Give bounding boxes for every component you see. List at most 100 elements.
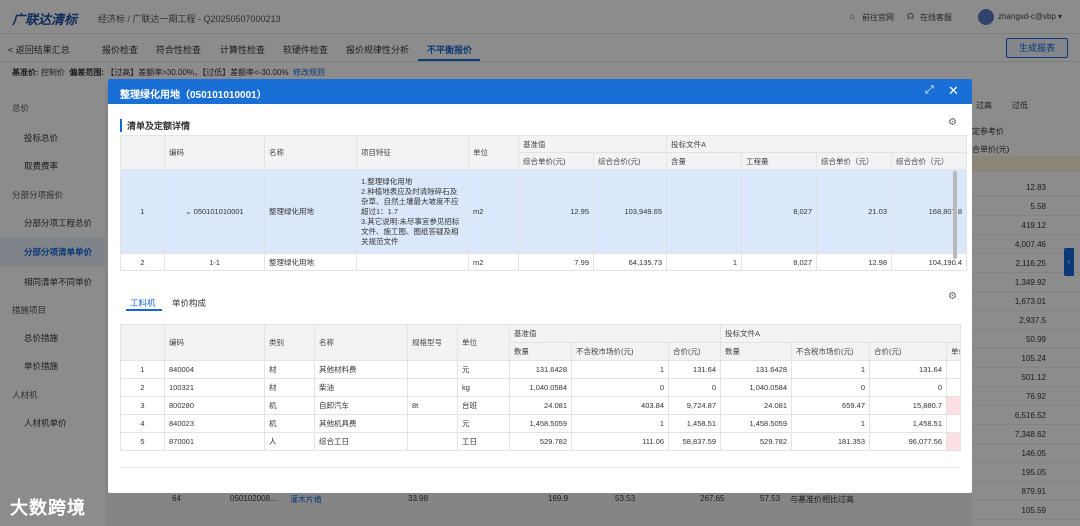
cell-total: 1,458.51 [668,414,721,433]
cell-code: 870001 [164,432,265,451]
cell-total: 0 [668,378,721,397]
cell-spec: 8t [407,396,458,415]
cell-code: 800280 [164,396,265,415]
th-total2: 合价(元) [869,342,947,361]
detail-modal: 整理绿化用地（050101010001） ⤢ ✕ 清单及定额详情 ⚙ 编码 名称… [108,79,972,493]
cell-qty: 529.782 [509,432,572,451]
cell-spec [407,414,458,433]
table-row[interactable]: 1 ⌄ 050101010001 整理绿化用地 1.整理绿化用地 2.种植地表应… [120,169,968,254]
cell-name: 柴油 [314,378,408,397]
table-row[interactable]: 5 870001 人综合工日 工日 529.782 111.06 58,837.59 529.… [120,432,962,451]
cell-price: 111.06 [571,432,669,451]
cell-name: 综合工日 [314,432,408,451]
close-icon[interactable]: ✕ [948,83,959,99]
th-unit: 单位 [457,324,510,361]
th-spec: 规格型号 [407,324,458,361]
cell-qty2: 1,040.0584 [720,378,792,397]
cell-price: 0 [571,378,669,397]
cell-name: 自卸汽车 [314,396,408,415]
modal-title: 整理绿化用地（050101010001） [120,90,267,101]
cell-total: 9,724.87 [668,396,721,415]
table-row[interactable]: 1 840004 材其他材料费元 131.6428 1 131.64 131.6428 1 13… [120,360,962,379]
cell-qty: 24.081 [509,396,572,415]
cell-name: 其他机具费 [314,414,408,433]
section-title: 清单及定额详情 [120,119,190,132]
th-base: 基准值 [518,135,667,153]
cell-name: 其他材料费 [314,360,408,379]
cell-no: 4 [120,414,165,433]
gear-icon[interactable]: ⚙ [948,291,957,302]
cell-no: 3 [120,396,165,415]
th-bid-price: 综合单价（元） [816,152,892,170]
th-qty2: 数量 [720,342,792,361]
cell-price2: 1 [791,360,870,379]
cell-more [945,432,962,451]
table-row[interactable]: 2 100321 材柴油 kg 1,040.0584 0 0 1,040.0584 0 0 [120,378,962,397]
table-row[interactable]: 3 800280 机自卸汽车 8t 台班 24.081 403.84 9,724.87 24.0… [120,396,962,415]
th-code: 编码 [164,135,265,170]
th-base-total: 综合合价(元) [593,152,667,170]
cell-total2: 0 [869,378,947,397]
th-feature: 项目特征 [356,135,469,170]
cell-type: 材 [264,360,315,379]
th-bid: 投标文件A [719,324,962,343]
th-bid: 投标文件A [665,135,968,153]
cell-spec [407,360,458,379]
th-price2: 不含税市场价(元) [791,342,870,361]
cell-qty: 1,458.5059 [509,414,572,433]
th-qty: 含量 [666,152,742,170]
th-work: 工程量 [741,152,817,170]
th-unit: 单位 [468,135,519,170]
cell-price: 1 [571,360,669,379]
th-more: 单价 [945,342,962,361]
th-name: 名称 [314,324,408,361]
th-name: 名称 [264,135,357,170]
table-row[interactable]: 4 840023 机其他机具费元 1,458.5059 1 1,458.51 1,458.5… [120,414,962,433]
th-total: 合价(元) [668,342,721,361]
cell-total2: 131.64 [869,360,947,379]
cell-no: 5 [120,432,165,451]
cell-type: 人 [264,432,315,451]
scrollbar[interactable] [953,171,957,259]
feature-cell: 1.整理绿化用地 2.种植地表应及时清除碎石及杂草、自然土壤最大坡度不应超过1：… [356,169,469,254]
chevron-down-icon[interactable]: ⌄ [185,207,193,216]
cell-total: 131.64 [668,360,721,379]
cell-more [945,378,962,397]
cell-type: 机 [264,414,315,433]
cell-type: 材 [264,378,315,397]
th-base-price: 综合单价(元) [518,152,594,170]
cell-type: 机 [264,396,315,415]
subtab-indicator [126,309,162,311]
cell-more [945,360,962,379]
cell-qty2: 24.081 [720,396,792,415]
cell-unit: 工日 [457,432,510,451]
cell-price2: 181.353 [791,432,870,451]
cell-price2: 659.47 [791,396,870,415]
watermark: 大数跨境 [10,498,86,518]
cell-no: 1 [120,360,165,379]
th-type: 类别 [264,324,315,361]
cell-no: 2 [120,378,165,397]
cell-unit: 元 [457,360,510,379]
cell-code: 840023 [164,414,265,433]
cell-unit: 元 [457,414,510,433]
cell-total: 58,837.59 [668,432,721,451]
tab-price-composition[interactable]: 单价构成 [172,297,206,309]
cell-unit: 台班 [457,396,510,415]
cell-qty2: 529.782 [720,432,792,451]
modal-header: 整理绿化用地（050101010001） ⤢ ✕ [108,79,972,104]
cell-more [945,414,962,433]
fullscreen-icon[interactable]: ⤢ [925,84,934,97]
table-row[interactable]: 2 1-1 整理绿化用地 m2 7.99 64,135.73 1 8,027 1… [120,253,968,271]
cell-code: 100321 [164,378,265,397]
cell-total2: 96,077.56 [869,432,947,451]
th-qty: 数量 [509,342,572,361]
gear-icon[interactable]: ⚙ [948,117,957,128]
cell-total2: 15,880.7 [869,396,947,415]
cell-spec [407,378,458,397]
tab-resources[interactable]: 工料机 [130,297,156,309]
th-base: 基准值 [509,324,721,343]
cell-qty: 131.6428 [509,360,572,379]
th-price: 不含税市场价(元) [571,342,669,361]
table-bottom-border [120,467,960,468]
